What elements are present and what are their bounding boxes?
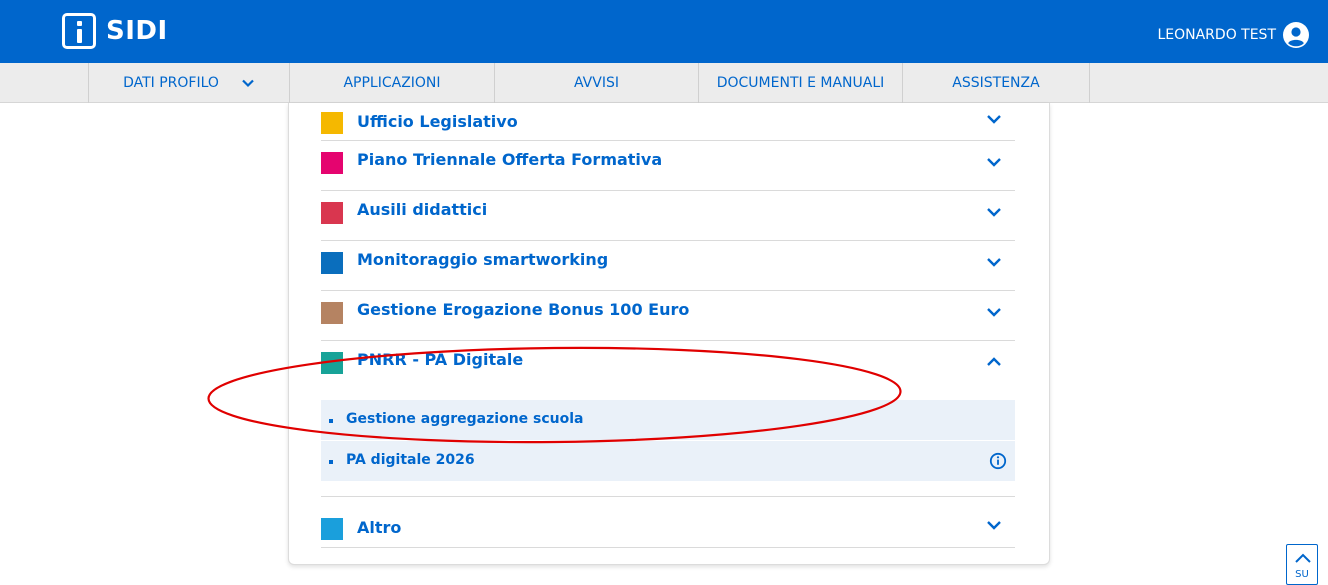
user-avatar-icon [1283,22,1309,48]
section-label: Piano Triennale Offerta Formativa [357,150,663,169]
logo-text: SIDI [106,16,168,46]
subitem-pa-digitale-2026[interactable]: PA digitale 2026 [321,441,1015,481]
chevron-down-icon[interactable] [985,253,1003,271]
section-label: Ausili didattici [357,200,488,219]
divider [321,496,1015,497]
nav-label: ASSISTENZA [952,75,1040,91]
nav-label: DATI PROFILO [123,75,219,91]
section-label: Altro [357,518,402,537]
section-label: PNRR - PA Digitale [357,350,524,369]
user-name: LEONARDO TEST [1157,27,1276,43]
nav-label: AVVISI [574,75,619,91]
nav-applicazioni[interactable]: APPLICAZIONI [289,63,494,103]
sidi-logo[interactable]: SIDI [62,13,168,49]
section-ufficio-legislativo[interactable]: Ufficio Legislativo [321,99,1015,141]
main-nav: DATI PROFILO APPLICAZIONI AVVISI DOCUMEN… [0,63,1328,103]
section-color-icon [321,518,343,540]
chevron-up-icon [1295,553,1311,563]
section-pnrr-pa-digitale[interactable]: PNRR - PA Digitale [321,341,1015,391]
bullet-icon [329,419,333,423]
subitem-label: PA digitale 2026 [346,452,475,468]
section-label: Gestione Erogazione Bonus 100 Euro [357,300,690,319]
top-header: SIDI LEONARDO TEST [0,0,1328,63]
section-altro[interactable]: Altro [321,506,1015,548]
nav-dati-profilo[interactable]: DATI PROFILO [88,63,289,103]
back-to-top-button[interactable]: SU [1286,544,1318,585]
info-icon[interactable] [989,452,1007,470]
bullet-icon [329,460,333,464]
info-logo-icon [62,13,96,49]
section-monitoraggio-smartworking[interactable]: Monitoraggio smartworking [321,241,1015,291]
chevron-up-icon[interactable] [985,353,1003,371]
section-label: Ufficio Legislativo [357,112,518,131]
subitem-label: Gestione aggregazione scuola [346,411,584,427]
chevron-down-icon[interactable] [985,516,1003,534]
section-color-icon [321,302,343,324]
user-menu[interactable]: LEONARDO TEST [1157,22,1309,48]
nav-assistenza[interactable]: ASSISTENZA [902,63,1090,103]
back-to-top-label: SU [1295,569,1309,580]
nav-documenti-manuali[interactable]: DOCUMENTI E MANUALI [698,63,902,103]
section-color-icon [321,252,343,274]
chevron-down-icon[interactable] [985,303,1003,321]
nav-avvisi[interactable]: AVVISI [494,63,698,103]
chevron-down-icon [242,79,254,88]
chevron-down-icon[interactable] [985,110,1003,128]
subitem-gestione-aggregazione-scuola[interactable]: Gestione aggregazione scuola [321,400,1015,440]
section-ausili-didattici[interactable]: Ausili didattici [321,191,1015,241]
section-color-icon [321,152,343,174]
section-label: Monitoraggio smartworking [357,250,609,269]
section-piano-triennale[interactable]: Piano Triennale Offerta Formativa [321,141,1015,191]
section-color-icon [321,112,343,134]
nav-label: APPLICAZIONI [343,75,441,91]
section-color-icon [321,352,343,374]
section-bonus-100-euro[interactable]: Gestione Erogazione Bonus 100 Euro [321,291,1015,341]
chevron-down-icon[interactable] [985,203,1003,221]
chevron-down-icon[interactable] [985,153,1003,171]
nav-label: DOCUMENTI E MANUALI [716,75,885,91]
section-color-icon [321,202,343,224]
